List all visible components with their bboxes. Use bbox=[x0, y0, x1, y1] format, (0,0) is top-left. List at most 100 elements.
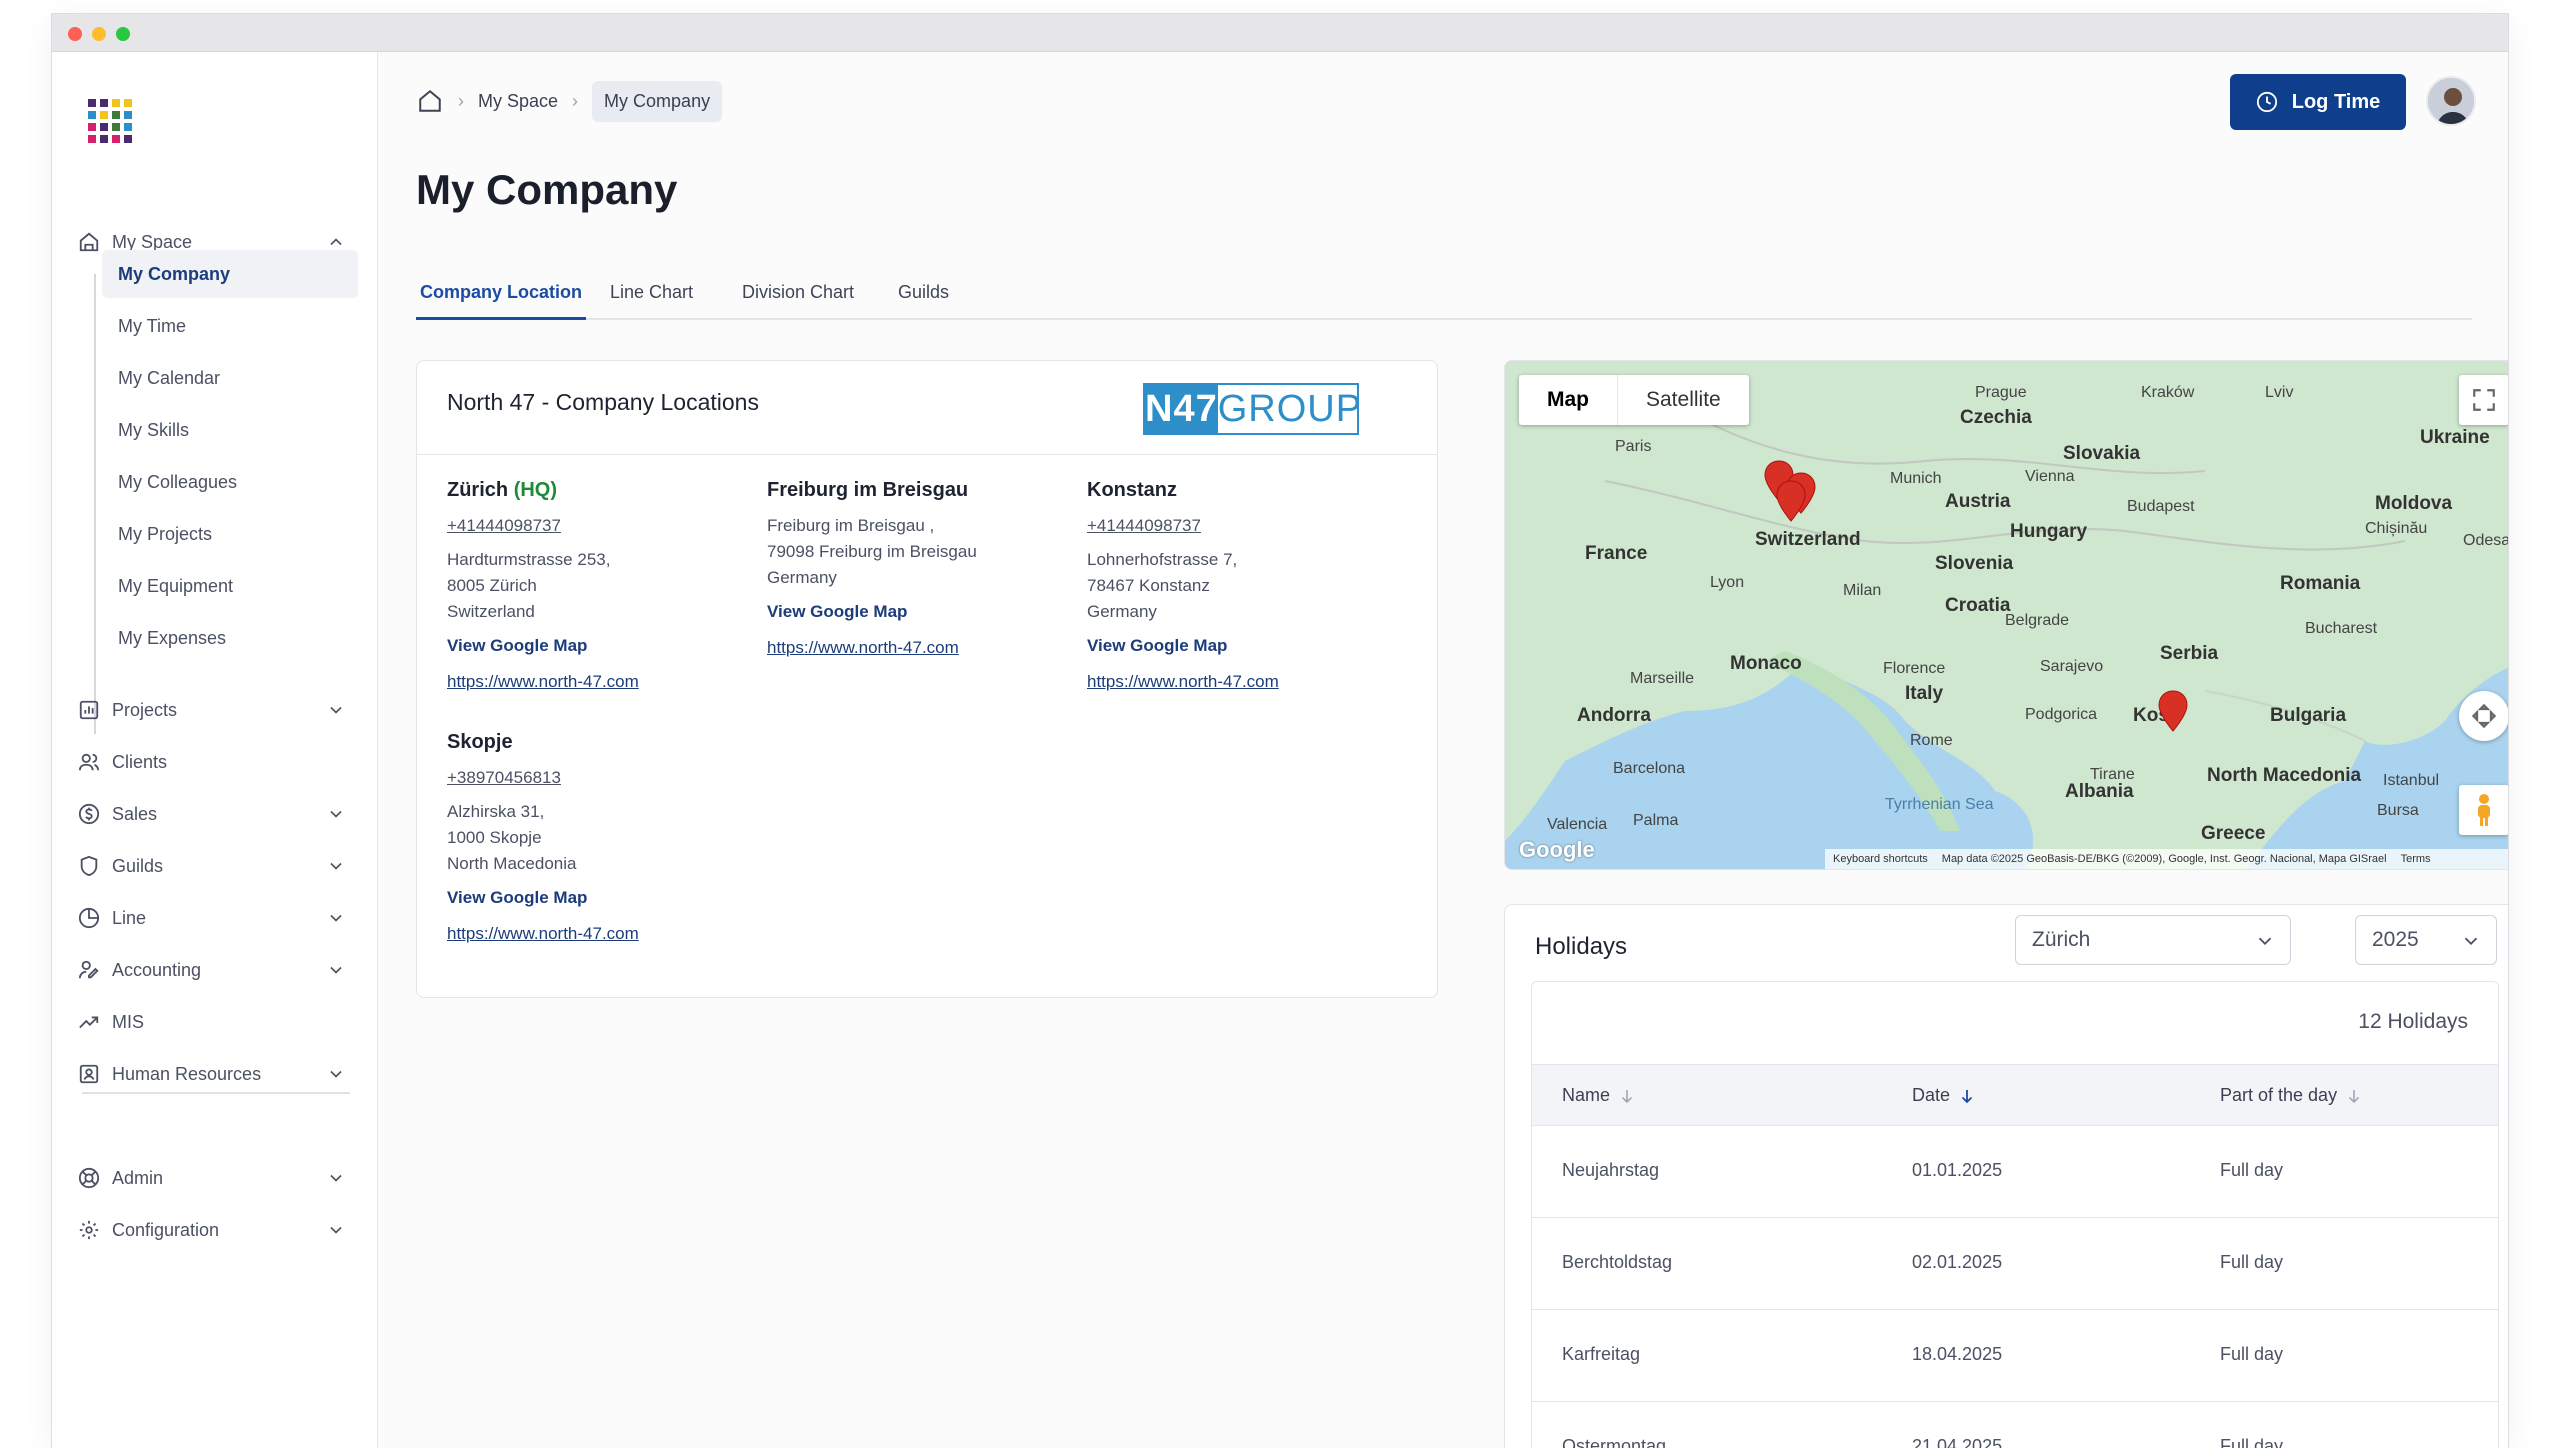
tab-line-chart[interactable]: Line Chart bbox=[610, 276, 693, 320]
subnav-my-equipment[interactable]: My Equipment bbox=[102, 562, 358, 610]
map-label: Bursa bbox=[2377, 802, 2419, 819]
subnav-my-expenses[interactable]: My Expenses bbox=[102, 614, 358, 662]
tab-bar: Company Location Line Chart Division Cha… bbox=[416, 276, 2472, 320]
subnav-my-colleagues[interactable]: My Colleagues bbox=[102, 458, 358, 506]
minimize-window-button[interactable] bbox=[92, 27, 106, 41]
phone-link[interactable]: +38970456813 bbox=[447, 765, 747, 791]
fullscreen-button[interactable] bbox=[2459, 375, 2508, 425]
chevron-down-icon bbox=[2258, 937, 2272, 946]
phone-link[interactable]: +41444098737 bbox=[447, 513, 747, 539]
table-row[interactable]: Berchtoldstag 02.01.2025 Full day bbox=[1532, 1218, 2498, 1310]
subnav-my-skills[interactable]: My Skills bbox=[102, 406, 358, 454]
map-mode-button[interactable]: Map bbox=[1519, 375, 1618, 425]
nav-projects[interactable]: Projects bbox=[78, 690, 358, 730]
chevron-up-icon[interactable] bbox=[326, 232, 346, 252]
map-label: Czechia bbox=[1960, 407, 2032, 428]
nav-label: Projects bbox=[112, 699, 178, 720]
street-view-pegman[interactable] bbox=[2459, 785, 2508, 835]
chevron-down-icon[interactable] bbox=[326, 1168, 346, 1188]
website-link[interactable]: https://www.north-47.com bbox=[767, 635, 1067, 661]
cell-name: Neujahrstag bbox=[1562, 1160, 1660, 1180]
subnav-my-time[interactable]: My Time bbox=[102, 302, 358, 350]
app-logo[interactable] bbox=[86, 97, 138, 149]
cell-part: Full day bbox=[2220, 1344, 2284, 1364]
subnav-my-company[interactable]: My Company bbox=[102, 250, 358, 298]
website-link[interactable]: https://www.north-47.com bbox=[1087, 669, 1387, 695]
cell-part: Full day bbox=[2220, 1252, 2284, 1272]
terms-link[interactable]: Terms bbox=[2401, 853, 2431, 865]
nav-guilds[interactable]: Guilds bbox=[78, 846, 358, 886]
table-row[interactable]: Ostermontag 21.04.2025 Full day bbox=[1532, 1402, 2498, 1448]
view-google-map-link[interactable]: View Google Map bbox=[447, 885, 747, 911]
year-select[interactable]: 2025 bbox=[2355, 915, 2497, 965]
map-type-toggle: Map Satellite bbox=[1519, 375, 1749, 425]
view-google-map-link[interactable]: View Google Map bbox=[767, 599, 1067, 625]
location-select[interactable]: Zürich bbox=[2015, 915, 2291, 965]
location-city: Freiburg im Breisgau bbox=[767, 479, 969, 501]
users-icon bbox=[78, 751, 100, 773]
tab-division-chart[interactable]: Division Chart bbox=[742, 276, 854, 320]
log-time-button[interactable]: Log Time bbox=[2230, 74, 2406, 130]
nav-clients[interactable]: Clients bbox=[78, 742, 358, 782]
cell-date: 21.04.2025 bbox=[1912, 1436, 2003, 1448]
satellite-mode-button[interactable]: Satellite bbox=[1618, 375, 1749, 425]
column-header-part-of-day[interactable]: Part of the day bbox=[2220, 1085, 2363, 1106]
breadcrumb-my-space[interactable]: My Space bbox=[478, 91, 558, 112]
gear-icon bbox=[78, 1219, 100, 1241]
avatar[interactable] bbox=[2426, 76, 2476, 126]
camera-control-button[interactable] bbox=[2459, 691, 2508, 741]
home-icon[interactable] bbox=[416, 87, 444, 115]
google-map[interactable]: Czechia Slovakia Ukraine France Switzerland A… bbox=[1504, 360, 2508, 870]
nav-line[interactable]: Line bbox=[78, 898, 358, 938]
phone-link[interactable]: +41444098737 bbox=[1087, 513, 1387, 539]
nav-accounting[interactable]: Accounting bbox=[78, 950, 358, 990]
nav-mis[interactable]: MIS bbox=[78, 1002, 358, 1042]
clock-icon bbox=[2256, 91, 2278, 113]
view-google-map-link[interactable]: View Google Map bbox=[1087, 633, 1387, 659]
map-label: Bulgaria bbox=[2270, 705, 2346, 726]
website-link[interactable]: https://www.north-47.com bbox=[447, 921, 747, 947]
tab-guilds[interactable]: Guilds bbox=[898, 276, 949, 320]
cell-name: Karfreitag bbox=[1562, 1344, 1641, 1364]
table-row[interactable]: Karfreitag 18.04.2025 Full day bbox=[1532, 1310, 2498, 1402]
map-canvas[interactable]: Czechia Slovakia Ukraine France Switzerland A… bbox=[1505, 361, 2508, 870]
map-label: Kraków bbox=[2141, 384, 2195, 401]
nav-sales[interactable]: Sales bbox=[78, 794, 358, 834]
nav-human-resources[interactable]: Human Resources bbox=[78, 1054, 358, 1094]
sidebar: My Space My Company My Time My Calendar … bbox=[52, 52, 378, 1448]
chevron-down-icon[interactable] bbox=[326, 960, 346, 980]
logo-text: N47 bbox=[1145, 385, 1218, 433]
chevron-down-icon[interactable] bbox=[326, 1220, 346, 1240]
chevron-down-icon[interactable] bbox=[326, 908, 346, 928]
column-header-date[interactable]: Date bbox=[1912, 1085, 1976, 1106]
maximize-window-button[interactable] bbox=[116, 27, 130, 41]
chevron-down-icon[interactable] bbox=[326, 804, 346, 824]
nav-configuration[interactable]: Configuration bbox=[78, 1210, 358, 1250]
map-label: Munich bbox=[1890, 470, 1942, 487]
selected-location: Zürich bbox=[2032, 928, 2091, 951]
sort-arrow-active-icon bbox=[1958, 1087, 1976, 1105]
map-label: Podgorica bbox=[2025, 706, 2097, 723]
subnav-my-calendar[interactable]: My Calendar bbox=[102, 354, 358, 402]
map-label: Tirane bbox=[2090, 766, 2135, 783]
address-line: Alzhirska 31, bbox=[447, 802, 545, 821]
chevron-down-icon[interactable] bbox=[326, 856, 346, 876]
cell-name: Berchtoldstag bbox=[1562, 1252, 1673, 1272]
nav-admin[interactable]: Admin bbox=[78, 1158, 358, 1198]
column-label: Name bbox=[1562, 1085, 1611, 1105]
website-link[interactable]: https://www.north-47.com bbox=[447, 669, 747, 695]
subnav-my-projects[interactable]: My Projects bbox=[102, 510, 358, 558]
tab-company-location[interactable]: Company Location bbox=[416, 276, 586, 320]
column-header-name[interactable]: Name bbox=[1562, 1085, 1636, 1106]
keyboard-shortcuts-link[interactable]: Keyboard shortcuts bbox=[1833, 853, 1928, 865]
chevron-down-icon[interactable] bbox=[326, 1064, 346, 1084]
chevron-down-icon[interactable] bbox=[326, 700, 346, 720]
close-window-button[interactable] bbox=[68, 27, 82, 41]
address-line: Germany bbox=[1087, 602, 1157, 621]
map-label: Milan bbox=[1843, 582, 1881, 599]
table-row[interactable]: Neujahrstag 01.01.2025 Full day bbox=[1532, 1126, 2498, 1218]
address-line: 78467 Konstanz bbox=[1087, 576, 1210, 595]
view-google-map-link[interactable]: View Google Map bbox=[447, 633, 747, 659]
map-label: Moldova bbox=[2375, 493, 2452, 514]
map-label: Odesa bbox=[2463, 532, 2508, 549]
